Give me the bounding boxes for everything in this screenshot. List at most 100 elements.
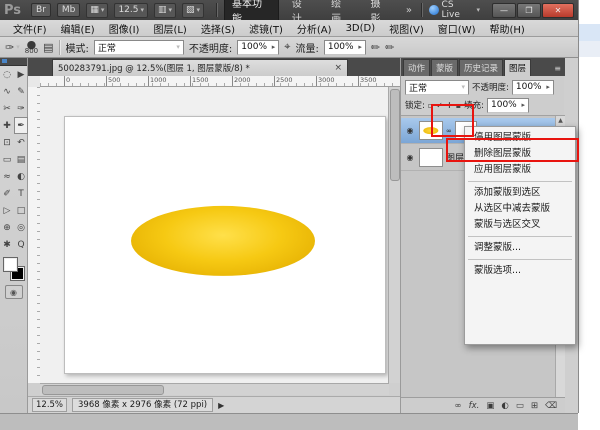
horizontal-scrollbar[interactable] [40, 383, 389, 395]
workspace-overflow-button[interactable]: » [403, 5, 415, 16]
view-extras-button[interactable]: ▦ ▾ [86, 3, 108, 18]
panel-tab[interactable]: 动作 [403, 59, 430, 76]
spot-healing-brush-tool-icon[interactable]: ✚ [0, 117, 14, 134]
panel-tab[interactable]: 历史记录 [459, 59, 503, 76]
blend-mode-select[interactable]: 正常 ▾ [94, 40, 184, 55]
collapse-panels-icon[interactable]: ≡ [554, 64, 565, 76]
history-brush-tool-icon[interactable]: ↶ [14, 134, 28, 151]
tools-panel-header[interactable] [0, 58, 27, 66]
path-selection-tool-icon[interactable]: ▷ [0, 202, 14, 219]
layers-blend-mode-select[interactable]: 正常 ▾ [405, 80, 469, 95]
move-tool-icon[interactable]: ▶ [14, 66, 28, 83]
context-menu-item[interactable]: 蒙版选项... [465, 263, 575, 279]
panel-tab[interactable]: 图层 [504, 59, 531, 76]
fill-input[interactable]: 100% ▸ [487, 98, 529, 113]
zoom-level-dropdown[interactable]: 12.5 ▾ [114, 3, 148, 18]
menu-item[interactable]: 3D(D) [339, 23, 383, 34]
menu-item[interactable]: 窗口(W) [431, 21, 483, 36]
new-group-icon[interactable]: ▭ [516, 401, 524, 411]
quick-mask-button[interactable]: ◉ [5, 285, 23, 299]
clone-stamp-tool-icon[interactable]: ⊡ [0, 134, 14, 151]
airbrush-toggle-button[interactable]: ✏ [371, 41, 380, 54]
3d-orbit-tool-icon[interactable]: ◎ [14, 219, 28, 236]
context-menu-item[interactable]: 添加蒙版到选区 [465, 185, 575, 201]
new-layer-icon[interactable]: ⊞ [531, 401, 538, 411]
context-menu-item[interactable] [465, 178, 575, 185]
blend-mode-row: 正常 ▾ 不透明度: 100% ▸ [401, 79, 565, 95]
toggle-brush-panel-button[interactable]: ▤ [43, 41, 53, 54]
vertical-scrollbar[interactable] [388, 87, 400, 383]
delete-layer-icon[interactable]: ⌫ [545, 401, 557, 411]
minimize-button[interactable]: — [492, 3, 516, 18]
context-menu-item[interactable]: 应用图层蒙版 [465, 162, 575, 178]
eyedropper-tool-icon[interactable]: ✑ [14, 100, 28, 117]
eraser-tool-icon[interactable]: ▭ [0, 151, 14, 168]
quick-selection-tool-icon[interactable]: ✎ [14, 83, 28, 100]
context-menu-item[interactable]: 调整蒙版... [465, 240, 575, 256]
pen-tool-icon[interactable]: ✐ [0, 185, 14, 202]
opacity-input[interactable]: 100% ▸ [237, 40, 279, 55]
document-title: 500283791.jpg @ 12.5%(图层 1, 图层蒙版/8) * [58, 62, 250, 74]
menu-item[interactable]: 分析(A) [290, 21, 339, 36]
visibility-eye-icon[interactable]: ◉ [404, 153, 416, 162]
scrollbar-thumb[interactable] [390, 89, 400, 181]
tab-close-icon[interactable]: × [334, 63, 342, 73]
close-button[interactable]: ✕ [542, 3, 574, 18]
lock-label: 锁定: [405, 99, 425, 111]
status-zoom-field[interactable]: 12.5% [32, 398, 67, 412]
visibility-eye-icon[interactable]: ◉ [404, 126, 416, 135]
menu-item[interactable]: 图层(L) [146, 21, 193, 36]
context-menu-item[interactable] [465, 256, 575, 263]
launch-bridge-button[interactable]: Br [31, 3, 51, 17]
flow-input[interactable]: 100% ▸ [324, 40, 366, 55]
layer-thumbnail[interactable] [419, 148, 443, 167]
screen-mode-button[interactable]: ▧ ▾ [182, 3, 204, 18]
layers-opacity-value: 100% [516, 82, 542, 92]
context-menu-item[interactable]: 从选区中减去蒙版 [465, 201, 575, 217]
dodge-tool-icon[interactable]: ◐ [14, 168, 28, 185]
menu-item[interactable]: 编辑(E) [54, 21, 102, 36]
menu-item[interactable]: 选择(S) [194, 21, 242, 36]
add-layer-mask-icon[interactable]: ▣ [486, 401, 494, 411]
foreground-color-swatch[interactable] [3, 257, 18, 272]
arrange-documents-button[interactable]: ▥ ▾ [154, 3, 176, 18]
menu-item[interactable]: 图像(I) [102, 21, 147, 36]
brush-size-picker[interactable]: ● 800 [25, 42, 38, 54]
brush-tool-icon[interactable]: ✒ [14, 117, 28, 134]
layer-style-icon[interactable]: fx. [469, 401, 480, 411]
type-tool-icon[interactable]: T [14, 185, 28, 202]
link-layers-icon[interactable]: ∞ [455, 401, 462, 411]
canvas[interactable] [64, 116, 386, 374]
status-document-info: 3968 像素 x 2976 像素 (72 ppi) [72, 398, 213, 412]
zoom-tool-icon[interactable]: Q [14, 236, 28, 253]
chevron-down-icon: ▾ [140, 6, 144, 14]
brush-preset-picker[interactable]: ✑ ▾ [5, 41, 20, 54]
3d-rotate-tool-icon[interactable]: ⊕ [0, 219, 14, 236]
scrollbar-thumb[interactable] [42, 385, 164, 395]
context-menu-item[interactable]: 蒙版与选区交叉 [465, 217, 575, 233]
rectangle-tool-icon[interactable]: □ [14, 202, 28, 219]
cs-live-button[interactable]: CS Live ▾ [429, 0, 480, 20]
layers-opacity-input[interactable]: 100% ▸ [512, 80, 554, 95]
status-menu-arrow-icon[interactable]: ▶ [218, 401, 224, 410]
gradient-tool-icon[interactable]: ▤ [14, 151, 28, 168]
context-menu-item[interactable] [465, 233, 575, 240]
document-tab[interactable]: 500283791.jpg @ 12.5%(图层 1, 图层蒙版/8) * × [52, 59, 348, 76]
hand-tool-icon[interactable]: ✱ [0, 236, 14, 253]
elliptical-marquee-tool-icon[interactable]: ◌ [0, 66, 14, 83]
lasso-tool-icon[interactable]: ∿ [0, 83, 14, 100]
tablet-opacity-button[interactable]: ⌖ [284, 40, 290, 54]
blur-tool-icon[interactable]: ≈ [0, 168, 14, 185]
panel-tab[interactable]: 蒙版 [431, 59, 458, 76]
menu-item[interactable]: 视图(V) [382, 21, 431, 36]
menu-item[interactable]: 文件(F) [6, 21, 54, 36]
launch-mini-bridge-button[interactable]: Mb [57, 3, 80, 17]
tablet-size-button[interactable]: ✏ [385, 41, 394, 54]
restore-button[interactable]: ❐ [517, 3, 541, 18]
quick-mask-icon: ◉ [10, 288, 17, 297]
menu-item[interactable]: 滤镜(T) [242, 21, 290, 36]
menu-item[interactable]: 帮助(H) [483, 21, 532, 36]
adjustment-layer-icon[interactable]: ◐ [501, 401, 508, 411]
crop-tool-icon[interactable]: ✂ [0, 100, 14, 117]
window-controls: — ❐ ✕ [492, 3, 574, 18]
